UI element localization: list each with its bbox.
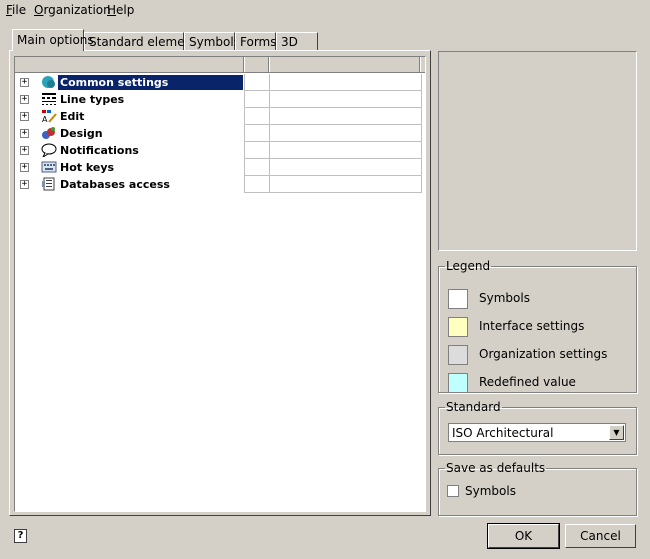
expand-icon[interactable]: + [20,163,29,172]
tree-item-notifications[interactable]: + Notifications [15,142,422,159]
databases-access-icon [41,177,57,191]
tree-item-label: Databases access [60,178,170,191]
tree-item-edit[interactable]: + A Edit [15,108,422,125]
help-icon[interactable]: ? [14,529,27,543]
symbols-checkbox-label: Symbols [465,484,516,498]
legend-swatch-symbols [448,289,468,309]
legend-label-redefined: Redefined value [479,375,576,389]
hot-keys-icon [41,160,57,174]
tree-item-label: Common settings [58,75,243,90]
ok-button[interactable]: OK [487,523,560,549]
tab-standard-elements[interactable]: Standard elements [84,32,203,50]
tree-item-common-settings[interactable]: + Common settings [15,74,422,91]
tab-symbols[interactable]: Symbols [184,32,240,50]
menu-bar: File Organization Help [0,0,650,20]
tree-item-databases-access[interactable]: + Databases access [15,176,422,193]
expand-icon[interactable]: + [20,146,29,155]
save-defaults-title: Save as defaults [446,461,546,475]
tree-header [15,57,425,73]
design-icon [41,126,57,140]
notifications-icon [41,143,57,159]
cancel-button[interactable]: Cancel [565,524,636,548]
options-tree[interactable]: + Common settings + Line types + A Edit … [14,56,426,512]
chevron-down-icon[interactable]: ▼ [609,425,624,440]
expand-icon[interactable]: + [20,180,29,189]
tab-forms[interactable]: Forms [235,32,276,50]
svg-text:A: A [42,115,48,123]
tab-main-options[interactable]: Main options [12,29,94,51]
expand-icon[interactable]: + [20,112,29,121]
menu-organization[interactable]: Organization [34,3,111,17]
tree-item-label: Line types [60,93,125,106]
standard-title: Standard [446,400,501,414]
tab-3d[interactable]: 3D [276,32,318,50]
menu-file[interactable]: File [6,3,26,17]
tree-item-label: Design [60,127,103,140]
legend-swatch-interface [448,317,468,337]
standard-dropdown[interactable]: ISO Architectural ▼ [448,423,626,442]
legend-label-interface: Interface settings [479,319,585,333]
expand-icon[interactable]: + [20,78,29,87]
tree-item-line-types[interactable]: + Line types [15,91,422,108]
legend-label-organization: Organization settings [479,347,608,361]
preview-pane [438,51,637,251]
tree-item-hot-keys[interactable]: + Hot keys [15,159,422,176]
menu-help[interactable]: Help [107,3,134,17]
common-settings-icon [41,75,57,89]
legend-swatch-redefined [448,373,468,393]
standard-selected-value: ISO Architectural [452,426,554,440]
tree-item-label: Edit [60,110,85,123]
legend-title: Legend [446,259,491,273]
expand-icon[interactable]: + [20,95,29,104]
line-types-icon [41,92,57,106]
tree-item-label: Notifications [60,144,139,157]
edit-icon: A [41,109,57,124]
legend-swatch-organization [448,345,468,365]
legend-label-symbols: Symbols [479,291,530,305]
symbols-checkbox[interactable] [447,485,459,497]
expand-icon[interactable]: + [20,129,29,138]
tree-item-design[interactable]: + Design [15,125,422,142]
legend-group: Legend Symbols Interface settings Organi… [438,259,637,393]
tree-item-label: Hot keys [60,161,115,174]
